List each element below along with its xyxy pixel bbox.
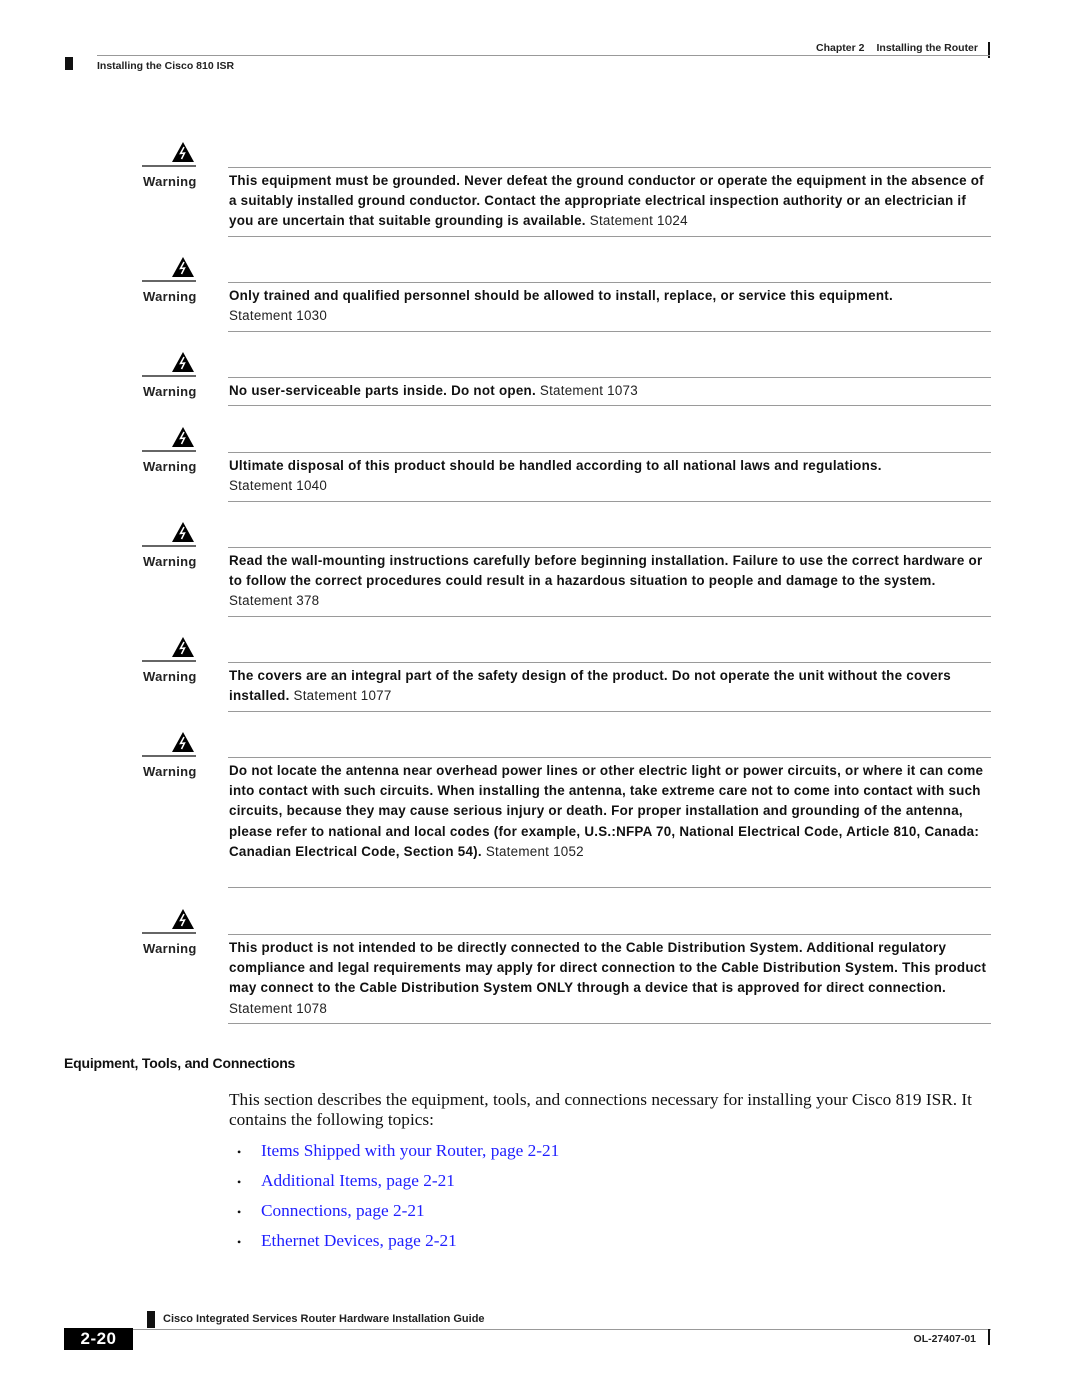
warning-label: Warning <box>143 669 197 684</box>
chapter-label: Chapter 2 <box>816 42 865 54</box>
section-heading: Equipment, Tools, and Connections <box>64 1055 296 1071</box>
footer-vertical-bar <box>988 1329 990 1345</box>
warning-icon-rule <box>142 660 196 662</box>
warning-message: No user-serviceable parts inside. Do not… <box>229 383 536 398</box>
warning-bottom-rule <box>228 405 991 406</box>
warning-top-rule <box>228 547 991 548</box>
warning-label: Warning <box>143 289 197 304</box>
warning-top-rule <box>228 934 991 935</box>
chapter-title: Installing the Router <box>876 42 978 54</box>
warning-bottom-rule <box>228 501 991 502</box>
warning-text: Only trained and qualified personnel sho… <box>229 286 991 326</box>
warning-electric-shock-icon <box>172 637 194 657</box>
warning-electric-shock-icon <box>172 909 194 929</box>
bullet-icon: • <box>237 1175 242 1189</box>
footer-marker-block <box>147 1311 155 1328</box>
warning-message: Do not locate the antenna near overhead … <box>229 763 984 859</box>
topic-link-items-shipped[interactable]: Items Shipped with your Router, page 2-2… <box>261 1141 559 1161</box>
warning-message: This product is not intended to be direc… <box>229 940 987 996</box>
warning-statement: Statement 1077 <box>293 688 392 704</box>
warning-statement: Statement 1052 <box>485 843 584 859</box>
footer-guide-title: Cisco Integrated Services Router Hardwar… <box>163 1313 485 1325</box>
warning-label: Warning <box>143 764 197 779</box>
warning-icon-rule <box>142 755 196 757</box>
warning-top-rule <box>228 167 991 168</box>
bullet-icon: • <box>237 1205 242 1219</box>
warning-top-rule <box>228 377 991 378</box>
warning-statement: Statement 378 <box>229 593 320 609</box>
warning-electric-shock-icon <box>172 732 194 752</box>
warning-electric-shock-icon <box>172 352 194 372</box>
warning-electric-shock-icon <box>172 142 194 162</box>
warning-statement: Statement 1078 <box>229 1000 328 1016</box>
warning-bottom-rule <box>228 331 991 332</box>
header-rule <box>97 55 990 56</box>
header-marker-block <box>65 57 73 70</box>
warning-label: Warning <box>143 174 197 189</box>
warning-text: Read the wall-mounting instructions care… <box>229 551 991 612</box>
warning-bottom-rule <box>228 616 991 617</box>
warning-statement: Statement 1073 <box>539 383 638 398</box>
warning-top-rule <box>228 282 991 283</box>
warning-message: Only trained and qualified personnel sho… <box>229 288 893 303</box>
warning-icon-rule <box>142 450 196 452</box>
warning-top-rule <box>228 662 991 663</box>
bullet-icon: • <box>237 1145 242 1159</box>
warning-electric-shock-icon <box>172 522 194 542</box>
warning-icon-rule <box>142 165 196 167</box>
warning-icon-rule <box>142 545 196 547</box>
section-intro: This section describes the equipment, to… <box>229 1090 972 1129</box>
warning-label: Warning <box>143 459 197 474</box>
warning-message: Ultimate disposal of this product should… <box>229 458 882 473</box>
warning-statement: Statement 1024 <box>589 213 688 229</box>
warning-statement: Statement 1040 <box>229 478 328 494</box>
warning-label: Warning <box>143 554 197 569</box>
warning-message: Read the wall-mounting instructions care… <box>229 553 983 589</box>
warning-bottom-rule <box>228 1023 991 1024</box>
warning-text: The covers are an integral part of the s… <box>229 666 991 706</box>
warning-text: This equipment must be grounded. Never d… <box>229 171 991 232</box>
warning-text: Do not locate the antenna near overhead … <box>229 761 991 862</box>
warning-top-rule <box>228 757 991 758</box>
warning-icon-rule <box>142 932 196 934</box>
warning-bottom-rule <box>228 236 991 237</box>
warning-electric-shock-icon <box>172 257 194 277</box>
running-header-chapter: Chapter 2 Installing the Router <box>760 42 978 54</box>
warning-electric-shock-icon <box>172 427 194 447</box>
running-header-section: Installing the Cisco 810 ISR <box>97 60 235 72</box>
topic-link-ethernet-devices[interactable]: Ethernet Devices, page 2-21 <box>261 1231 457 1251</box>
document-number: OL-27407-01 <box>913 1333 976 1345</box>
warning-text: This product is not intended to be direc… <box>229 938 991 1019</box>
topic-link-additional-items[interactable]: Additional Items, page 2-21 <box>261 1171 455 1191</box>
warning-label: Warning <box>143 384 197 399</box>
page-number-badge: 2-20 <box>64 1328 133 1350</box>
warning-label: Warning <box>143 941 197 956</box>
warning-text: Ultimate disposal of this product should… <box>229 456 991 496</box>
topic-link-connections[interactable]: Connections, page 2-21 <box>261 1201 425 1221</box>
warning-statement: Statement 1030 <box>229 308 328 324</box>
footer-rule <box>133 1329 991 1330</box>
warning-text: No user-serviceable parts inside. Do not… <box>229 381 991 401</box>
bullet-icon: • <box>237 1235 242 1249</box>
warning-icon-rule <box>142 280 196 282</box>
warning-top-rule <box>228 452 991 453</box>
warning-bottom-rule <box>228 887 991 888</box>
warning-bottom-rule <box>228 711 991 712</box>
warning-icon-rule <box>142 375 196 377</box>
